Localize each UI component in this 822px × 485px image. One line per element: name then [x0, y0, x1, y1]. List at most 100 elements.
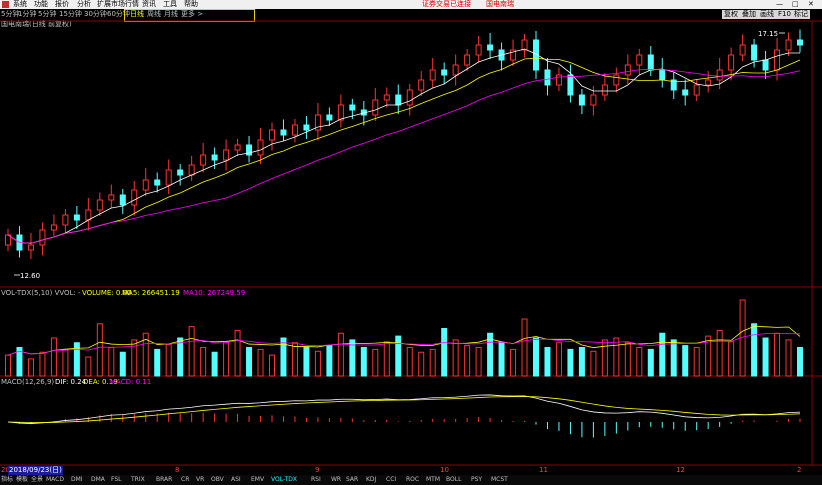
candle-up: [464, 54, 471, 66]
moving-average-lines: [7, 48, 801, 244]
indicator-tab-trix[interactable]: TRIX: [131, 475, 145, 485]
volume-bar: [464, 345, 471, 377]
candle-up: [372, 99, 379, 116]
volume-bar: [96, 323, 103, 377]
volume-bar: [257, 348, 264, 377]
indicator-tab-psy[interactable]: PSY: [471, 475, 482, 485]
indicator-tab-mtm[interactable]: MTM: [426, 475, 440, 485]
volume-bar: [601, 339, 608, 377]
date-tick-aug: 8: [175, 466, 180, 474]
volume-bar: [555, 342, 562, 377]
indicator-tab-sar[interactable]: SAR: [346, 475, 358, 485]
indicator-tab-roc[interactable]: ROC: [406, 475, 419, 485]
candle-down: [751, 44, 758, 61]
volume-bar: [73, 342, 80, 377]
volume-legend-ma5: MA5: 266451.19: [122, 289, 180, 297]
indicator-tab-fsl[interactable]: FSL: [111, 475, 122, 485]
volume-bar: [670, 339, 677, 377]
indicator-tab-emv[interactable]: EMV: [251, 475, 264, 485]
volume-bar: [211, 351, 218, 377]
indicator-tab-模板[interactable]: 模板: [16, 475, 28, 485]
date-tick-oct: 10: [440, 466, 449, 474]
candlestick-series: [5, 29, 803, 259]
volume-legend-ma10: MA10: 267249.59: [183, 289, 246, 297]
candle-up: [429, 69, 436, 81]
indicator-tab-brar[interactable]: BRAR: [156, 475, 172, 485]
volume-bar: [567, 348, 574, 377]
candle-up: [693, 84, 700, 96]
volume-bar: [5, 354, 11, 377]
volume-bar: [27, 358, 34, 377]
volume-bar: [728, 341, 735, 377]
candle-up: [39, 229, 46, 246]
volume-bar: [383, 341, 390, 377]
candle-down: [647, 54, 654, 71]
indicator-tab-obv[interactable]: OBV: [211, 475, 224, 485]
volume-bar: [326, 345, 333, 377]
volume-bar: [39, 351, 46, 377]
indicator-tab-macd[interactable]: MACD: [46, 475, 64, 485]
volume-bar: [762, 337, 769, 377]
indicator-tab-cci[interactable]: CCI: [386, 475, 396, 485]
volume-bar: [693, 347, 700, 377]
candle-up: [521, 39, 528, 51]
volume-bar: [246, 347, 253, 377]
indicator-tab-指标[interactable]: 指标: [1, 475, 13, 485]
volume-bar: [521, 318, 528, 377]
candle-up: [50, 224, 57, 231]
candle-up: [774, 49, 781, 71]
candle-up: [131, 189, 138, 206]
candle-up: [27, 244, 34, 251]
candle-up: [85, 209, 92, 221]
volume-bar: [291, 342, 298, 377]
volume-bar: [131, 339, 138, 377]
volume-bar: [797, 347, 803, 377]
indicator-tab-dmi[interactable]: DMI: [71, 475, 83, 485]
volume-bar: [108, 347, 115, 377]
high-price-label: 17.15: [758, 30, 778, 38]
indicator-tab-vol-tdx[interactable]: VOL-TDX: [271, 475, 297, 485]
indicator-tab-vr[interactable]: VR: [196, 475, 204, 485]
volume-bar: [234, 329, 241, 377]
indicator-tab-cr[interactable]: CR: [181, 475, 189, 485]
candle-up: [223, 149, 230, 161]
volume-bar: [429, 348, 436, 377]
candle-up: [452, 64, 459, 76]
volume-bar: [647, 348, 654, 377]
indicator-tab-wr[interactable]: WR: [331, 475, 341, 485]
candle-down: [119, 194, 126, 206]
candle-down: [395, 94, 402, 106]
volume-bar: [62, 348, 69, 377]
volume-bar: [337, 332, 344, 377]
indicator-tab-asi[interactable]: ASI: [231, 475, 241, 485]
volume-bar: [590, 350, 597, 377]
indicator-tab-全景[interactable]: 全景: [31, 475, 43, 485]
candle-up: [337, 104, 344, 121]
indicator-tab-rsi[interactable]: RSI: [311, 475, 321, 485]
indicator-tab-kdj[interactable]: KDJ: [366, 475, 376, 485]
volume-bar: [119, 351, 126, 377]
volume-bar: [533, 337, 539, 377]
candle-up: [728, 54, 735, 71]
chart-canvas[interactable]: 17.15 12.60: [0, 0, 822, 485]
volume-bar: [441, 328, 448, 377]
candle-down: [682, 89, 689, 96]
volume-bar: [498, 342, 505, 377]
candle-down: [326, 114, 333, 121]
low-price-label: 12.60: [20, 272, 40, 280]
indicator-tab-dma[interactable]: DMA: [91, 475, 105, 485]
candle-down: [280, 129, 287, 136]
indicator-tab-mcst[interactable]: MCST: [491, 475, 508, 485]
candle-down: [177, 169, 184, 176]
volume-bar: [418, 351, 425, 377]
volume-bar: [50, 337, 57, 377]
candle-down: [154, 179, 161, 186]
volume-bar: [475, 347, 482, 377]
candle-down: [797, 39, 803, 46]
dea-line: [7, 396, 801, 423]
candle-up: [475, 44, 482, 56]
volume-bar: [544, 347, 551, 377]
ma10-line: [7, 57, 801, 244]
candle-up: [739, 44, 746, 56]
indicator-tab-boll[interactable]: BOLL: [446, 475, 461, 485]
